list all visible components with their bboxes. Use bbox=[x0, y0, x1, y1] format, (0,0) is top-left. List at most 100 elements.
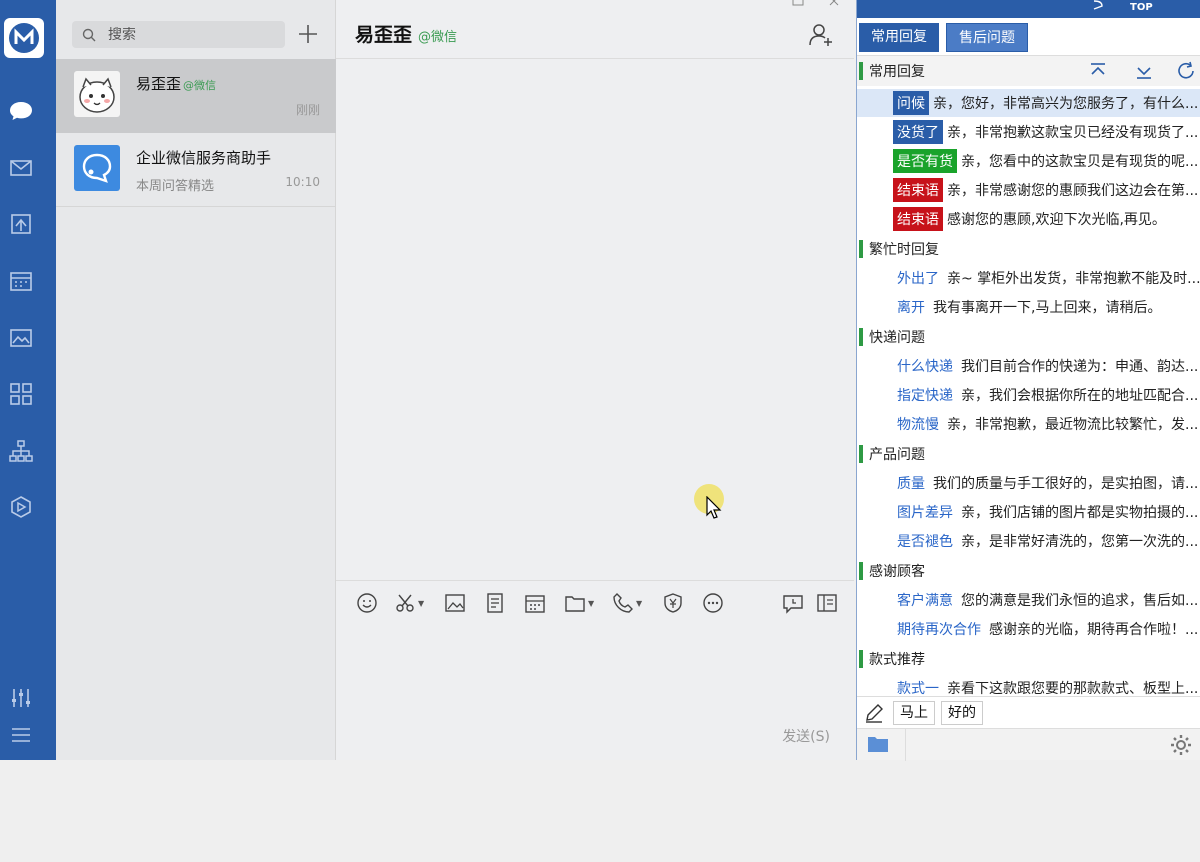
file-button[interactable]: ▼ bbox=[564, 591, 594, 615]
reply-item[interactable]: 客户满意 您的满意是我们永恒的追求，售后如... bbox=[857, 586, 1200, 614]
chevron-down-icon: ▼ bbox=[636, 598, 643, 608]
add-member-icon[interactable] bbox=[808, 22, 834, 48]
yuan-shield-icon bbox=[664, 593, 682, 613]
chat-nav-icon[interactable] bbox=[0, 93, 42, 129]
conversation-item-yiwaiwai[interactable]: 易歪歪 @微信 刚刚 bbox=[56, 59, 336, 133]
tab-after-sales[interactable]: 售后问题 bbox=[946, 23, 1028, 52]
avatar bbox=[74, 145, 120, 191]
chevron-down-icon: ▼ bbox=[588, 598, 595, 608]
reply-item[interactable]: 是否褪色 亲，是非常好清洗的，您第一次洗的... bbox=[857, 527, 1200, 555]
category-header[interactable]: 快递问题 bbox=[857, 323, 1200, 351]
conversation-name: 易歪歪 @微信 bbox=[136, 75, 217, 93]
quick-phrase-button[interactable]: 马上 bbox=[893, 701, 935, 725]
quick-reply-panel: TOP 常用回复 售后问题 常用回复 问候 亲，您好，非常高兴为您服务了，有什么.… bbox=[856, 0, 1200, 761]
reply-key: 款式一 bbox=[897, 681, 939, 696]
org-chart-nav-icon[interactable] bbox=[0, 433, 42, 469]
image-button[interactable] bbox=[444, 591, 466, 615]
document-button[interactable] bbox=[484, 591, 506, 615]
nav-rail bbox=[0, 0, 56, 760]
schedule-button[interactable] bbox=[524, 591, 546, 615]
settings-sliders-icon[interactable] bbox=[0, 680, 42, 716]
emoji-button[interactable] bbox=[356, 591, 378, 615]
reply-item[interactable]: 物流慢 亲，非常抱歉，最近物流比较繁忙，发... bbox=[857, 410, 1200, 438]
reply-item[interactable]: 图片差异 亲，我们店铺的图片都是实物拍摄的... bbox=[857, 498, 1200, 526]
app-logo-icon[interactable] bbox=[4, 18, 44, 58]
reply-key: 外出了 bbox=[897, 271, 939, 287]
conversation-item-service-assistant[interactable]: 企业微信服务商助手 本周问答精选 10:10 bbox=[56, 133, 336, 207]
reply-item[interactable]: 离开 我有事离开一下,马上回来，请稍后。 bbox=[857, 293, 1200, 321]
reply-key: 什么快递 bbox=[897, 359, 953, 375]
gear-icon[interactable] bbox=[1169, 733, 1193, 757]
reply-item[interactable]: 款式一 亲看下这款跟您要的那款款式、板型上... bbox=[857, 674, 1200, 696]
reply-text: 我有事离开一下,马上回来，请稍后。 bbox=[933, 300, 1162, 316]
reply-list: 常用回复 问候 亲，您好，非常高兴为您服务了，有什么... 没货了 亲，非常抱歉这款… bbox=[857, 56, 1200, 696]
category-header[interactable]: 款式推荐 bbox=[857, 645, 1200, 673]
search-input[interactable] bbox=[108, 26, 278, 43]
refresh-icon[interactable] bbox=[1175, 60, 1197, 82]
reply-key: 结束语 bbox=[893, 207, 943, 231]
calendar-nav-icon[interactable] bbox=[0, 263, 42, 299]
folder-icon[interactable] bbox=[867, 734, 889, 754]
reply-text: 亲，我们店铺的图片都是实物拍摄的... bbox=[961, 505, 1199, 521]
reply-text: 我们的质量与手工很好的，是实拍图，请... bbox=[933, 476, 1199, 492]
conversation-list: 易歪歪@微信 刚刚 企业微信服务商助手 本周问答精选 10:10 bbox=[56, 0, 336, 760]
reply-item[interactable]: 是否有货 亲，您看中的这款宝贝是有现货的呢... bbox=[857, 147, 1200, 175]
screenshot-button[interactable]: ▼ bbox=[394, 591, 424, 615]
document-icon bbox=[487, 593, 503, 613]
apps-nav-icon[interactable] bbox=[0, 376, 42, 412]
panel-icon bbox=[817, 594, 837, 612]
reply-text: 感谢您的惠顾,欢迎下次光临,再见。 bbox=[947, 212, 1166, 228]
folder-icon bbox=[565, 596, 585, 612]
reply-text: 亲，是非常好清洗的，您第一次洗的... bbox=[961, 534, 1199, 550]
move-bottom-icon[interactable] bbox=[1133, 60, 1155, 82]
reply-key: 离开 bbox=[897, 300, 925, 316]
call-button[interactable]: ▼ bbox=[612, 591, 642, 615]
reply-key: 指定快递 bbox=[897, 388, 953, 404]
search-box[interactable] bbox=[72, 21, 285, 48]
reply-item[interactable]: 质量 我们的质量与手工很好的，是实拍图，请... bbox=[857, 469, 1200, 497]
reply-key: 质量 bbox=[897, 476, 925, 492]
reply-key: 图片差异 bbox=[897, 505, 953, 521]
mail-nav-icon[interactable] bbox=[0, 150, 42, 186]
payment-button[interactable] bbox=[662, 591, 684, 615]
conversation-name: 企业微信服务商助手 bbox=[136, 149, 272, 167]
top-button[interactable]: TOP bbox=[1130, 2, 1153, 13]
menu-icon[interactable] bbox=[0, 717, 42, 753]
panel-titlebar: TOP bbox=[857, 0, 1200, 18]
reply-item[interactable]: 结束语 亲，非常感谢您的惠顾我们这边会在第... bbox=[857, 176, 1200, 204]
more-button[interactable] bbox=[702, 591, 724, 615]
message-input[interactable] bbox=[346, 630, 844, 716]
reply-item[interactable]: 指定快递 亲，我们会根据你所在的地址匹配合... bbox=[857, 381, 1200, 409]
reply-item[interactable]: 什么快递 我们目前合作的快递为：申通、韵达... bbox=[857, 352, 1200, 380]
reply-item[interactable]: 期待再次合作 感谢亲的光临，期待再合作啦！... bbox=[857, 615, 1200, 643]
move-top-icon[interactable] bbox=[1087, 60, 1109, 82]
reply-item[interactable]: 问候 亲，您好，非常高兴为您服务了，有什么... bbox=[857, 89, 1200, 117]
category-header[interactable]: 感谢顾客 bbox=[857, 557, 1200, 585]
quick-phrase-button[interactable]: 好的 bbox=[941, 701, 983, 725]
category-header[interactable]: 产品问题 bbox=[857, 440, 1200, 468]
sidebar-toggle-button[interactable] bbox=[816, 591, 838, 615]
category-header[interactable]: 繁忙时回复 bbox=[857, 235, 1200, 263]
pin-icon[interactable] bbox=[1091, 0, 1105, 10]
add-icon[interactable] bbox=[296, 22, 320, 46]
send-button[interactable]: 发送(S) bbox=[782, 726, 830, 746]
workbench-nav-icon[interactable] bbox=[0, 206, 42, 242]
reply-item[interactable]: 没货了 亲，非常抱歉这款宝贝已经没有现货了... bbox=[857, 118, 1200, 146]
reply-text: 亲~ 掌柜外出发货，非常抱歉不能及时... bbox=[947, 271, 1200, 287]
edit-icon[interactable] bbox=[863, 702, 885, 724]
chat-history-button[interactable] bbox=[782, 591, 804, 615]
chevron-down-icon: ▼ bbox=[418, 598, 425, 608]
tab-common-replies[interactable]: 常用回复 bbox=[859, 23, 939, 52]
reply-text: 我们目前合作的快递为：申通、韵达... bbox=[961, 359, 1199, 375]
wechat-tag: @微信 bbox=[418, 30, 458, 45]
drive-nav-icon[interactable] bbox=[0, 320, 42, 356]
avatar bbox=[74, 71, 120, 117]
category-header[interactable]: 常用回复 bbox=[857, 56, 1200, 86]
divider bbox=[56, 206, 336, 207]
message-toolbar: ▼ ▼ ▼ bbox=[336, 580, 854, 625]
panel-tabs: 常用回复 售后问题 bbox=[857, 18, 1200, 56]
reply-item[interactable]: 结束语 感谢您的惠顾,欢迎下次光临,再见。 bbox=[857, 205, 1200, 233]
plugin-nav-icon[interactable] bbox=[0, 489, 42, 525]
conversation-preview: 本周问答精选 bbox=[136, 179, 215, 194]
reply-item[interactable]: 外出了 亲~ 掌柜外出发货，非常抱歉不能及时... bbox=[857, 264, 1200, 292]
